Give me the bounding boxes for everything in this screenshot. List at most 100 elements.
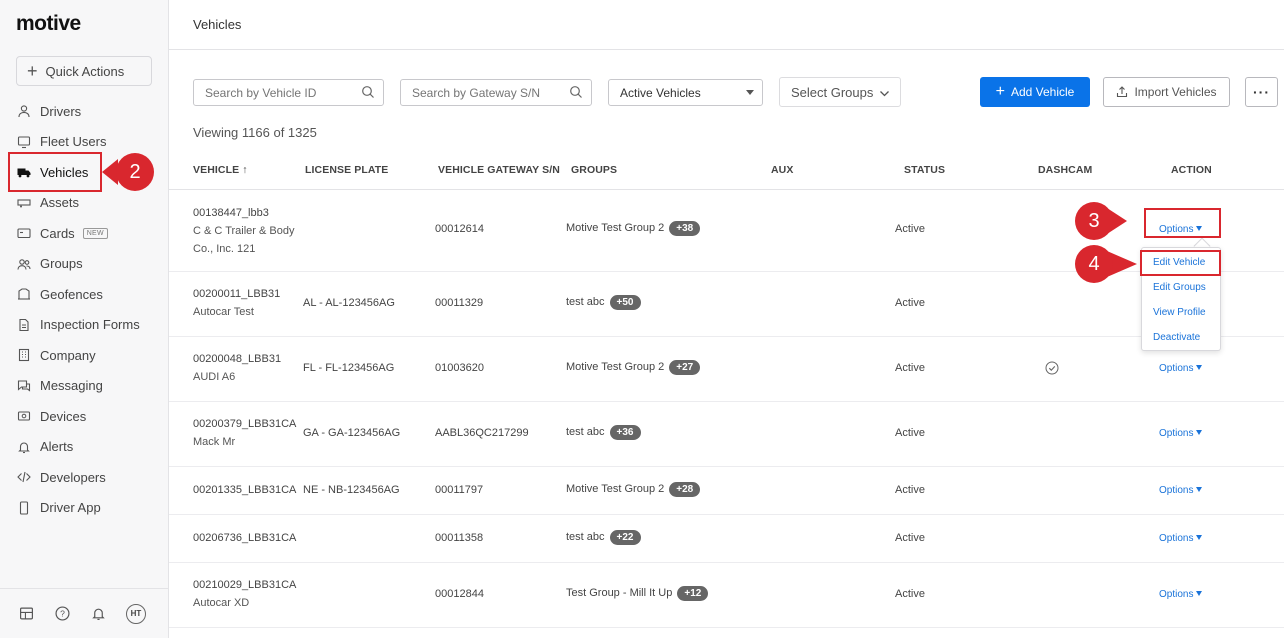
groups-cell: Motive Test Group 2 +27: [566, 360, 701, 375]
vehicle-description: Mack Mr: [193, 436, 236, 448]
table-row[interactable]: 00200048_LBB31 AUDI A6 FL - FL-123456AG …: [169, 337, 1284, 402]
import-vehicles-button[interactable]: Import Vehicles: [1103, 77, 1230, 107]
table-header: VEHICLE ↑ LICENSE PLATE VEHICLE GATEWAY …: [169, 152, 1284, 190]
status-cell: Active: [895, 362, 925, 374]
table-row[interactable]: 00206736_LBB31CA 00011358 test abc +22 Ac…: [169, 515, 1284, 563]
more-options-button[interactable]: ···: [1245, 77, 1278, 107]
caret-down-icon: [1196, 430, 1203, 435]
caret-down-icon: [1196, 535, 1203, 540]
vehicle-status-select[interactable]: Active Vehicles: [608, 79, 763, 106]
vehicle-id[interactable]: 00206736_LBB31CA: [193, 532, 296, 544]
vehicle-id[interactable]: 00138447_lbb3: [193, 204, 294, 222]
sidebar-item-alerts[interactable]: Alerts: [0, 432, 169, 463]
trailer-icon: [17, 196, 31, 210]
search-gateway-field[interactable]: [400, 79, 592, 106]
table-row[interactable]: 00200379_LBB31CA Mack Mr GA - GA-123456A…: [169, 402, 1284, 467]
group-name: test abc: [566, 531, 605, 543]
options-dropdown[interactable]: Options: [1159, 363, 1203, 374]
sidebar-item-cards[interactable]: Cards NEW: [0, 218, 169, 249]
options-dropdown[interactable]: Options: [1159, 428, 1203, 439]
quick-actions-button[interactable]: + Quick Actions: [16, 56, 152, 86]
vehicle-id[interactable]: 00201335_LBB31CA: [193, 484, 296, 496]
search-gateway-input[interactable]: [412, 85, 562, 100]
menu-item-edit-groups[interactable]: Edit Groups: [1153, 282, 1206, 293]
search-vehicle-field[interactable]: [193, 79, 384, 106]
table-row[interactable]: 00201335_LBB31CA NE - NB-123456AG 000117…: [169, 467, 1284, 515]
notification-bell-icon[interactable]: [90, 606, 106, 622]
callout-number: 3: [1075, 202, 1113, 240]
vehicle-id[interactable]: 00200048_LBB31: [193, 350, 281, 368]
sidebar-item-label: Devices: [40, 408, 87, 424]
license-plate-cell: FL - FL-123456AG: [303, 362, 395, 374]
import-vehicles-label: Import Vehicles: [1134, 85, 1217, 99]
options-highlight-box: [1144, 208, 1221, 238]
quick-actions-label: Quick Actions: [45, 63, 125, 79]
group-count-pill[interactable]: +27: [669, 360, 701, 375]
sidebar-item-company[interactable]: Company: [0, 340, 169, 371]
select-groups-label: Select Groups: [791, 84, 874, 100]
gateway-cell: 00012614: [435, 223, 484, 235]
new-badge: NEW: [82, 227, 108, 239]
vehicle-id[interactable]: 00210029_LBB31CA: [193, 576, 296, 594]
callout-step-4: 4: [1075, 245, 1137, 283]
gateway-cell: AABL36QC217299: [435, 427, 529, 439]
add-vehicle-button[interactable]: + Add Vehicle: [980, 77, 1090, 107]
sidebar-item-label: Assets: [40, 195, 80, 211]
table-row[interactable]: 00200011_LBB31 Autocar Test AL - AL-1234…: [169, 272, 1284, 337]
group-count-pill[interactable]: +36: [609, 425, 641, 440]
sidebar-item-driver-app[interactable]: Driver App: [0, 493, 169, 524]
vehicle-description: Autocar XD: [193, 597, 250, 609]
viewing-count: Viewing 1166 of 1325: [193, 125, 317, 140]
sidebar-item-drivers[interactable]: Drivers: [0, 96, 169, 127]
group-name: Test Group - Mill It Up: [566, 587, 673, 599]
map-icon[interactable]: [18, 606, 34, 622]
sidebar-item-assets[interactable]: Assets: [0, 188, 169, 219]
sidebar-item-geofences[interactable]: Geofences: [0, 279, 169, 310]
group-count-pill[interactable]: +22: [609, 530, 641, 545]
search-vehicle-input[interactable]: [205, 85, 355, 100]
menu-item-deactivate[interactable]: Deactivate: [1153, 332, 1200, 343]
table-row[interactable]: 00210029_LBB31CA Autocar XD 00012844 Tes…: [169, 563, 1284, 628]
sidebar-item-developers[interactable]: Developers: [0, 462, 169, 493]
group-count-pill[interactable]: +28: [669, 482, 701, 497]
help-icon[interactable]: ?: [54, 606, 70, 622]
caret-down-icon: [1196, 487, 1203, 492]
vehicle-id[interactable]: 00200011_LBB31: [193, 285, 280, 303]
group-icon: [17, 257, 31, 271]
options-dropdown[interactable]: Options: [1159, 485, 1203, 496]
group-count-pill[interactable]: +38: [669, 221, 701, 236]
status-cell: Active: [895, 223, 925, 235]
user-avatar[interactable]: HT: [126, 603, 146, 624]
group-name: test abc: [566, 426, 605, 438]
motive-logo[interactable]: motive: [16, 12, 81, 36]
column-header-groups: GROUPS: [571, 164, 618, 176]
sidebar-item-groups[interactable]: Groups: [0, 249, 169, 280]
license-plate-cell: AL - AL-123456AG: [303, 297, 395, 309]
sidebar-item-label: Alerts: [40, 439, 74, 455]
chat-icon: [17, 379, 31, 393]
sidebar-item-devices[interactable]: Devices: [0, 401, 169, 432]
status-cell: Active: [895, 588, 925, 600]
svg-text:?: ?: [60, 609, 65, 619]
card-icon: [17, 226, 31, 240]
plus-icon: +: [27, 61, 38, 81]
add-vehicle-label: Add Vehicle: [1010, 85, 1075, 99]
vehicle-id[interactable]: 00200379_LBB31CA: [193, 415, 296, 433]
options-dropdown[interactable]: Options: [1159, 589, 1203, 600]
chevron-down-icon: [879, 87, 890, 102]
group-count-pill[interactable]: +50: [609, 295, 641, 310]
sidebar-item-label: Messaging: [40, 378, 103, 394]
vehicle-description: Autocar Test: [193, 306, 254, 318]
sidebar-item-label: Drivers: [40, 103, 82, 119]
sidebar-item-inspection-forms[interactable]: Inspection Forms: [0, 310, 169, 341]
status-cell: Active: [895, 484, 925, 496]
menu-item-view-profile[interactable]: View Profile: [1153, 307, 1206, 318]
group-count-pill[interactable]: +12: [677, 586, 709, 601]
column-header-vehicle[interactable]: VEHICLE ↑: [193, 164, 248, 176]
options-dropdown[interactable]: Options: [1159, 533, 1203, 544]
monitor-icon: [17, 135, 31, 149]
options-label: Options: [1159, 589, 1194, 600]
caret-down-icon: [746, 90, 754, 95]
sidebar-item-messaging[interactable]: Messaging: [0, 371, 169, 402]
select-groups-dropdown[interactable]: Select Groups: [779, 77, 901, 107]
